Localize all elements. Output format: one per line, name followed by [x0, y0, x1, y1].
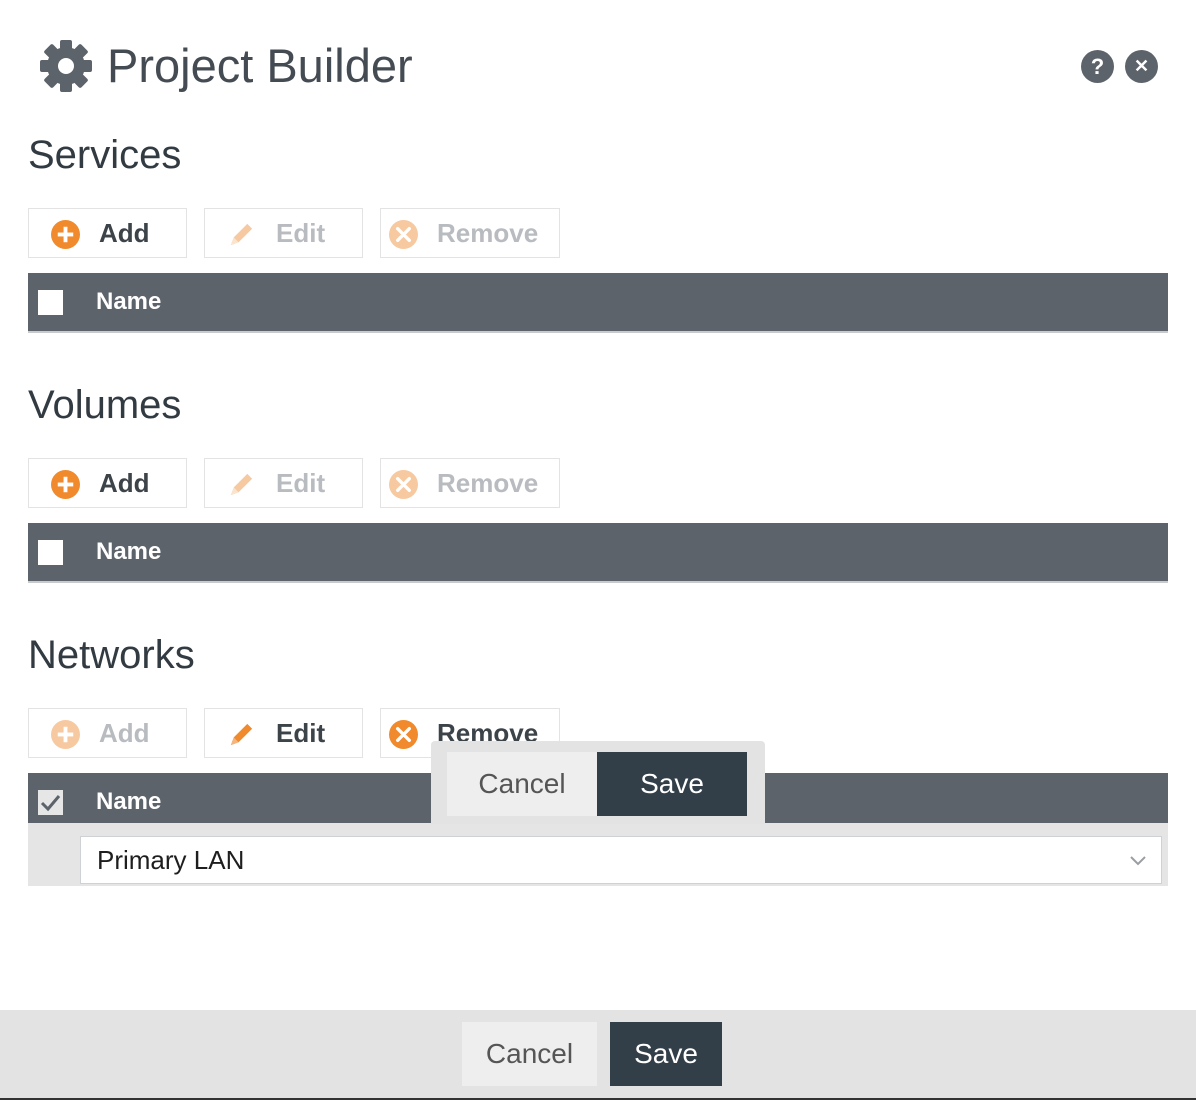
add-icon: [51, 220, 80, 249]
networks-add-button[interactable]: Add: [28, 708, 187, 758]
row-cancel-button[interactable]: Cancel: [447, 752, 597, 816]
help-icon[interactable]: ?: [1081, 50, 1114, 83]
dialog-footer: Cancel Save: [0, 1010, 1196, 1100]
dialog-header: Project Builder ? ✕: [0, 0, 1196, 130]
row-save-button[interactable]: Save: [597, 752, 747, 816]
volumes-edit-button[interactable]: Edit: [204, 458, 363, 508]
remove-icon: [389, 220, 418, 249]
edit-label: Edit: [276, 468, 326, 498]
services-add-button[interactable]: Add: [28, 208, 187, 258]
cancel-button[interactable]: Cancel: [462, 1022, 597, 1086]
networks-title: Networks: [28, 633, 195, 677]
volumes-title: Volumes: [28, 383, 182, 427]
services-remove-button[interactable]: Remove: [380, 208, 560, 258]
volumes-grid-header: Name: [28, 523, 1168, 583]
select-all-checkbox[interactable]: [38, 540, 63, 565]
select-all-checkbox[interactable]: [38, 790, 63, 815]
services-title: Services: [28, 133, 182, 177]
select-all-checkbox[interactable]: [38, 290, 63, 315]
edit-label: Edit: [276, 218, 326, 248]
remove-label: Remove: [437, 468, 539, 498]
add-icon: [51, 720, 80, 749]
save-button[interactable]: Save: [610, 1022, 722, 1086]
remove-icon: [389, 720, 418, 749]
networks-edit-button[interactable]: Edit: [204, 708, 363, 758]
add-icon: [51, 470, 80, 499]
volumes-add-button[interactable]: Add: [28, 458, 187, 508]
remove-icon: [389, 470, 418, 499]
network-editing-row: Primary LAN: [28, 823, 1168, 886]
gear-icon: [40, 40, 92, 92]
services-grid-header: Name: [28, 273, 1168, 333]
checkmark-icon: [40, 795, 61, 812]
services-edit-button[interactable]: Edit: [204, 208, 363, 258]
dialog-title: Project Builder: [107, 39, 413, 92]
pencil-icon: [230, 473, 253, 496]
row-editor-buttons: Cancel Save: [431, 741, 765, 824]
remove-label: Remove: [437, 218, 539, 248]
pencil-icon: [230, 723, 253, 746]
add-label: Add: [99, 218, 150, 248]
column-name-header[interactable]: Name: [96, 273, 161, 331]
select-value: Primary LAN: [97, 845, 245, 875]
close-icon[interactable]: ✕: [1125, 50, 1158, 83]
add-label: Add: [99, 468, 150, 498]
volumes-remove-button[interactable]: Remove: [380, 458, 560, 508]
network-name-select[interactable]: Primary LAN: [80, 836, 1162, 884]
chevron-down-icon: [1130, 856, 1146, 866]
add-label: Add: [99, 718, 150, 748]
column-name-header[interactable]: Name: [96, 523, 161, 581]
edit-label: Edit: [276, 718, 326, 748]
pencil-icon: [230, 223, 253, 246]
